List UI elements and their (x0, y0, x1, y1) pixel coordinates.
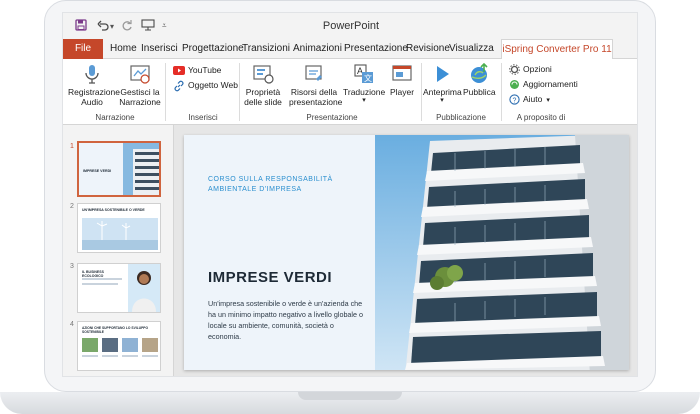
resources-button[interactable]: Risorsi della presentazione (289, 63, 343, 107)
youtube-label: YouTube (188, 65, 222, 75)
tab-revisione[interactable]: Revisione (406, 39, 450, 59)
updates-label: Aggiornamenti (523, 79, 578, 89)
thumbnail-title: IL BUSINESS ECOLOGICO (82, 270, 104, 278)
thumbnail-number: 2 (70, 203, 74, 210)
options-button[interactable]: Opzioni (509, 63, 552, 76)
building-photo (375, 135, 629, 370)
slide-properties-button[interactable]: Proprietà delle slide (243, 63, 283, 107)
slide-properties-icon (253, 65, 274, 84)
preview-icon (437, 66, 449, 82)
youtube-icon (173, 66, 185, 76)
ribbon-separator (501, 63, 502, 121)
help-label: Aiuto (523, 94, 543, 104)
microphone-icon (85, 65, 99, 84)
youtube-button[interactable]: YouTube (173, 64, 221, 76)
powerpoint-window: ▾ ⩡ PowerPoint File Home Inserisci Proge… (62, 12, 638, 377)
tab-transizioni[interactable]: Transizioni (242, 39, 290, 59)
slide-editor: CORSO SULLA RESPONSABILITÀ AMBIENTALE D'… (174, 125, 637, 376)
options-icon (509, 64, 520, 76)
group-inserisci-label: Inserisci (188, 113, 218, 122)
group-narrazione-label: Narrazione (95, 113, 135, 122)
manage-narration-button[interactable]: Gestisci la Narrazione (118, 63, 162, 107)
preview-label: Anteprima (423, 87, 462, 97)
svg-text:文: 文 (364, 73, 372, 83)
updates-button[interactable]: Aggiornamenti (509, 78, 578, 90)
ribbon-separator (239, 63, 240, 121)
preview-button[interactable]: Anteprima ▾ (423, 63, 462, 105)
ribbon-separator (165, 63, 166, 121)
web-object-icon (174, 80, 184, 92)
options-label: Opzioni (523, 64, 552, 74)
resources-icon (305, 65, 322, 81)
publish-button[interactable]: Pubblica (463, 63, 496, 97)
tab-home[interactable]: Home (110, 39, 137, 59)
group-pubblicazione-label: Pubblicazione (436, 113, 486, 122)
updates-icon (510, 80, 519, 90)
tab-visualizza[interactable]: Visualizza (449, 39, 494, 59)
preview-dropdown-icon: ▾ (440, 97, 444, 104)
tab-ispring-converter[interactable]: iSpring Converter Pro 11 (501, 39, 613, 60)
current-slide[interactable]: CORSO SULLA RESPONSABILITÀ AMBIENTALE D'… (184, 135, 629, 370)
thumbnail-title: AZIONI CHE SUPPORTANO LO SVILUPPO SOSTEN… (82, 326, 149, 334)
slide-title[interactable]: IMPRESE VERDI (208, 269, 332, 286)
laptop-notch (298, 392, 402, 400)
tab-progettazione[interactable]: Progettazione (182, 39, 244, 59)
help-icon: ? (509, 94, 520, 105)
slide-thumbnail-4[interactable]: AZIONI CHE SUPPORTANO LO SVILUPPO SOSTEN… (77, 321, 161, 371)
ribbon: Registrazione Audio Gestisci la Narrazio… (63, 59, 637, 125)
publish-label: Pubblica (463, 87, 496, 97)
translation-dropdown-icon: ▾ (362, 97, 366, 104)
tab-file[interactable]: File (63, 39, 103, 59)
group-about-label: A proposito di (516, 113, 566, 122)
slide-kicker[interactable]: CORSO SULLA RESPONSABILITÀ AMBIENTALE D'… (208, 175, 358, 195)
help-button[interactable]: ? Aiuto ▾ (509, 93, 550, 107)
tab-animazioni[interactable]: Animazioni (293, 39, 342, 59)
thumbnail-number: 1 (70, 143, 74, 150)
web-object-label: Oggetto Web (188, 80, 238, 90)
player-icon (392, 65, 412, 81)
slide-thumbnail-2[interactable]: UN'IMPRESA SOSTENIBILE O VERDE (77, 203, 161, 253)
help-dropdown-icon: ▾ (546, 97, 550, 104)
thumbnail-title: UN'IMPRESA SOSTENIBILE O VERDE (82, 208, 145, 212)
thumbnail-number: 3 (70, 263, 74, 270)
slide-thumbnail-1[interactable]: IMPRESE VERDI (77, 141, 161, 197)
slide-thumbnail-pane: 1 IMPRESE VERDI 2 UN'IMPRESA SOSTENIBILE… (63, 125, 174, 376)
tab-presentazione[interactable]: Presentazione (344, 39, 408, 59)
record-audio-button[interactable]: Registrazione Audio (68, 63, 120, 107)
slide-thumbnail-3[interactable]: IL BUSINESS ECOLOGICO (77, 263, 161, 313)
group-presentazione-label: Presentazione (306, 113, 358, 122)
ribbon-separator (421, 63, 422, 121)
manage-narration-label: Gestisci la Narrazione (119, 87, 161, 107)
thumbnail-title: IMPRESE VERDI (83, 169, 112, 173)
slide-body[interactable]: Un'impresa sostenibile o verde è un'azie… (208, 298, 368, 342)
translation-button[interactable]: A文 Traduzione ▾ (343, 63, 385, 105)
thumbnail-number: 4 (70, 321, 74, 328)
translation-icon: A文 (354, 64, 373, 83)
player-label: Player (389, 87, 415, 97)
window-title: PowerPoint (322, 20, 380, 32)
record-audio-label: Registrazione Audio (68, 87, 120, 107)
slide-properties-label: Proprietà delle slide (244, 87, 282, 107)
player-button[interactable]: Player (386, 63, 418, 97)
resources-label: Risorsi della presentazione (289, 87, 343, 107)
web-object-button[interactable]: Oggetto Web (173, 79, 238, 92)
publish-icon (471, 63, 488, 83)
ribbon-tabs: File Home Inserisci Progettazione Transi… (63, 39, 637, 60)
tab-inserisci[interactable]: Inserisci (141, 39, 178, 59)
title-bar: ▾ ⩡ PowerPoint (63, 13, 637, 39)
svg-text:?: ? (513, 98, 517, 105)
narration-manage-icon (130, 65, 150, 84)
translation-label: Traduzione (343, 87, 386, 97)
